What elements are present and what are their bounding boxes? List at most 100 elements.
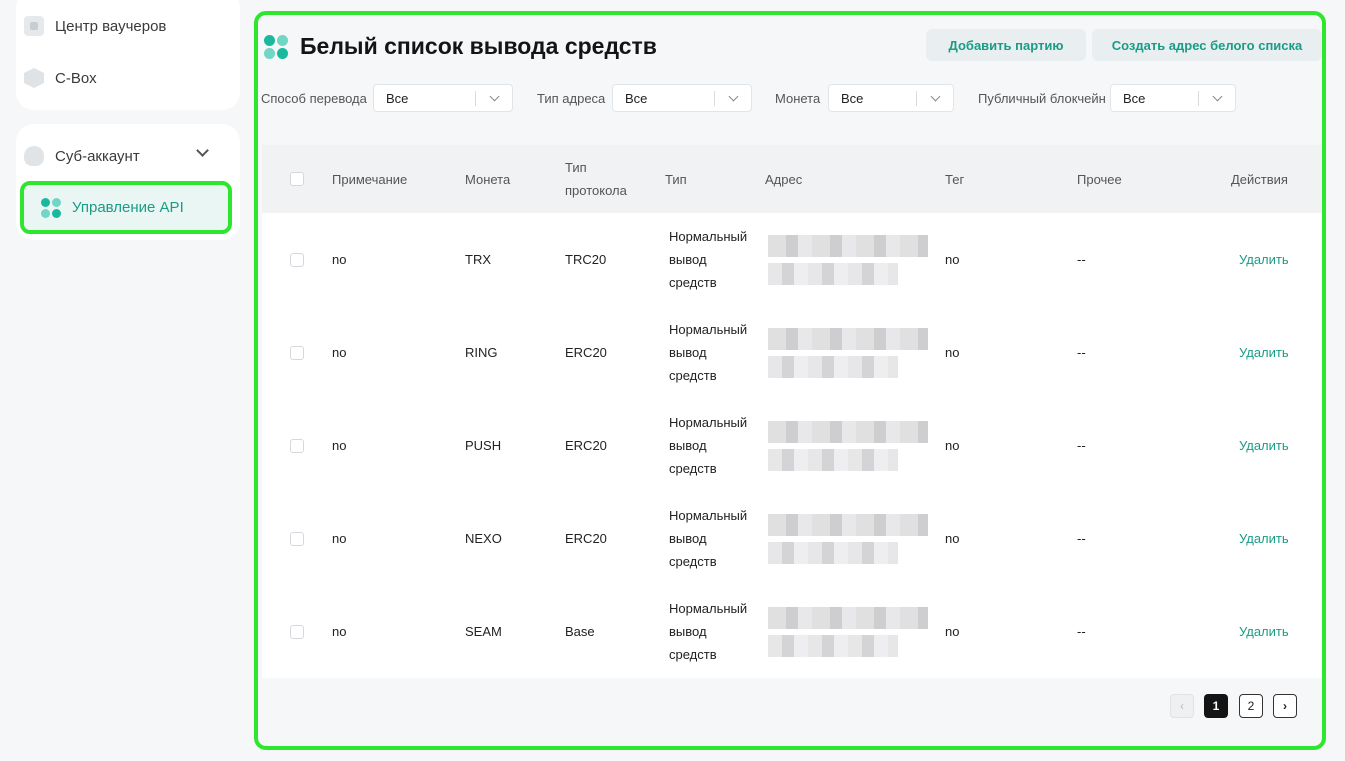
row-tag: no	[945, 624, 960, 639]
pagination-page-1[interactable]: 1	[1204, 694, 1228, 718]
pagination-next-button[interactable]: ›	[1273, 694, 1297, 718]
row-address-redacted	[768, 328, 928, 378]
sidebar-item-label: Центр ваучеров	[55, 17, 167, 35]
whitelist-logo-icon	[264, 34, 288, 59]
row-tag: no	[945, 531, 960, 546]
sidebar-item-voucher-center[interactable]: Центр ваучеров	[24, 16, 166, 36]
column-coin: Монета	[465, 172, 511, 187]
page-header: Белый список вывода средств	[264, 33, 657, 60]
delete-link[interactable]: Удалить	[1239, 438, 1289, 453]
column-other: Прочее	[1077, 172, 1122, 187]
filter-label-transfer-method: Способ перевода	[261, 91, 367, 106]
row-note: no	[332, 624, 347, 639]
table-row: no TRX TRC20 Нормальный вывод средств no -…	[262, 213, 1322, 306]
chevron-right-icon: ›	[1283, 699, 1287, 713]
row-address-redacted	[768, 421, 928, 471]
row-coin: SEAM	[465, 624, 502, 639]
row-type: Нормальный вывод средств	[669, 322, 748, 383]
sidebar-item-sub-account[interactable]: Суб-аккаунт	[24, 146, 140, 166]
select-value: Все	[1123, 91, 1146, 106]
chevron-down-icon	[930, 91, 941, 102]
select-divider	[475, 91, 476, 106]
column-protocol-line2: протокола	[565, 183, 627, 198]
select-all-checkbox[interactable]	[290, 172, 304, 186]
filter-transfer-method-select[interactable]: Все	[373, 84, 513, 112]
row-address-redacted	[768, 607, 928, 657]
pagination-prev-button[interactable]: ‹	[1170, 694, 1194, 718]
table-header: Примечание Монета Тип протокола Тип Адре…	[262, 145, 1322, 213]
sidebar-item-cbox[interactable]: C-Box	[24, 68, 97, 88]
delete-link[interactable]: Удалить	[1239, 252, 1289, 267]
filter-label-address-type: Тип адреса	[537, 91, 606, 106]
delete-link[interactable]: Удалить	[1239, 624, 1289, 639]
row-coin: RING	[465, 345, 498, 360]
sidebar-item-label: Управление API	[72, 199, 184, 216]
delete-link[interactable]: Удалить	[1239, 345, 1289, 360]
row-other: --	[1077, 252, 1086, 267]
select-value: Все	[386, 91, 409, 106]
row-other: --	[1077, 345, 1086, 360]
column-address: Адрес	[765, 172, 803, 187]
table-row: no RING ERC20 Нормальный вывод средств no …	[262, 306, 1322, 399]
whitelist-panel: Белый список вывода средств Добавить пар…	[254, 11, 1326, 750]
row-checkbox[interactable]	[290, 625, 304, 639]
column-note: Примечание	[332, 172, 408, 187]
row-coin: NEXO	[465, 531, 502, 546]
row-tag: no	[945, 345, 960, 360]
select-divider	[1198, 91, 1199, 106]
voucher-icon	[24, 16, 44, 36]
page-title: Белый список вывода средств	[300, 33, 657, 59]
row-protocol: ERC20	[565, 438, 607, 453]
sidebar-item-label: Суб-аккаунт	[55, 147, 140, 165]
row-note: no	[332, 531, 347, 546]
row-checkbox[interactable]	[290, 253, 304, 267]
row-checkbox[interactable]	[290, 439, 304, 453]
row-protocol: Base	[565, 624, 595, 639]
row-address-redacted	[768, 235, 928, 285]
row-address-redacted	[768, 514, 928, 564]
sidebar-item-api-management[interactable]: Управление API	[20, 181, 232, 234]
sidebar-item-label: C-Box	[55, 69, 97, 87]
row-protocol: ERC20	[565, 345, 607, 360]
pagination-page-2[interactable]: 2	[1239, 694, 1263, 718]
select-value: Все	[625, 91, 648, 106]
filter-label-blockchain: Публичный блокчейн	[978, 91, 1106, 106]
column-protocol-line1: Тип	[565, 160, 587, 175]
add-batch-button[interactable]: Добавить партию	[926, 29, 1086, 61]
chevron-down-icon	[489, 91, 500, 102]
table-row: no SEAM Base Нормальный вывод средств no -…	[262, 585, 1322, 678]
table-body: no TRX TRC20 Нормальный вывод средств no -…	[262, 213, 1322, 678]
row-coin: TRX	[465, 252, 491, 267]
filter-blockchain-select[interactable]: Все	[1110, 84, 1236, 112]
delete-link[interactable]: Удалить	[1239, 531, 1289, 546]
column-type: Тип	[665, 172, 687, 187]
filter-address-type-select[interactable]: Все	[612, 84, 752, 112]
row-type: Нормальный вывод средств	[669, 601, 748, 662]
box-icon	[24, 68, 44, 88]
row-checkbox[interactable]	[290, 532, 304, 546]
row-protocol: ERC20	[565, 531, 607, 546]
row-type: Нормальный вывод средств	[669, 508, 748, 569]
column-actions: Действия	[1231, 172, 1288, 187]
table-row: no PUSH ERC20 Нормальный вывод средств no …	[262, 399, 1322, 492]
row-type: Нормальный вывод средств	[669, 229, 748, 290]
row-protocol: TRC20	[565, 252, 607, 267]
select-divider	[916, 91, 917, 106]
select-value: Все	[841, 91, 864, 106]
chevron-down-icon	[1212, 91, 1223, 102]
row-note: no	[332, 252, 347, 267]
create-whitelist-address-button[interactable]: Создать адрес белого списка	[1092, 29, 1322, 61]
chevron-down-icon	[728, 91, 739, 102]
row-note: no	[332, 438, 347, 453]
column-tag: Тег	[945, 172, 965, 187]
row-tag: no	[945, 438, 960, 453]
filter-label-coin: Монета	[775, 91, 821, 106]
row-other: --	[1077, 438, 1086, 453]
row-coin: PUSH	[465, 438, 502, 453]
chevron-left-icon: ‹	[1180, 699, 1184, 713]
row-checkbox[interactable]	[290, 346, 304, 360]
filter-coin-select[interactable]: Все	[828, 84, 954, 112]
row-note: no	[332, 345, 347, 360]
row-other: --	[1077, 531, 1086, 546]
sub-account-icon	[24, 146, 44, 166]
